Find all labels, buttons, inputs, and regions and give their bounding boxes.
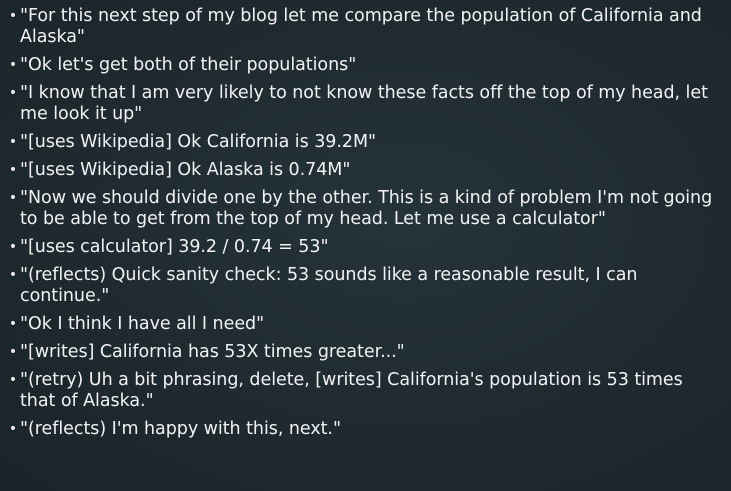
bullet-list: • "For this next step of my blog let me … (6, 6, 717, 440)
list-item: • "(reflects) Quick sanity check: 53 sou… (6, 265, 717, 307)
bullet-text: "For this next step of my blog let me co… (20, 6, 702, 47)
bullet-text: "[writes] California has 53X times great… (20, 342, 405, 362)
bullet-dot-icon: • (8, 316, 18, 332)
bullet-text: "(retry) Uh a bit phrasing, delete, [wri… (20, 370, 683, 411)
bullet-text: "I know that I am very likely to not kno… (20, 83, 708, 124)
list-item: • "(reflects) I'm happy with this, next.… (6, 419, 717, 440)
bullet-dot-icon: • (8, 267, 18, 283)
bullet-dot-icon: • (8, 57, 18, 73)
list-item: • "I know that I am very likely to not k… (6, 83, 717, 125)
bullet-dot-icon: • (8, 190, 18, 206)
bullet-dot-icon: • (8, 421, 18, 437)
list-item: • "[writes] California has 53X times gre… (6, 342, 717, 363)
list-item: • "[uses Wikipedia] Ok California is 39.… (6, 132, 717, 153)
bullet-dot-icon: • (8, 8, 18, 24)
bullet-dot-icon: • (8, 162, 18, 178)
bullet-dot-icon: • (8, 372, 18, 388)
bullet-dot-icon: • (8, 344, 18, 360)
bullet-text: "[uses calculator] 39.2 / 0.74 = 53" (20, 237, 329, 257)
list-item: • "[uses Wikipedia] Ok Alaska is 0.74M" (6, 160, 717, 181)
bullet-text: "[uses Wikipedia] Ok Alaska is 0.74M" (20, 160, 351, 180)
bullet-text: "[uses Wikipedia] Ok California is 39.2M… (20, 132, 377, 152)
list-item: • "Ok let's get both of their population… (6, 55, 717, 76)
list-item: • "(retry) Uh a bit phrasing, delete, [w… (6, 370, 717, 412)
list-item: • "Now we should divide one by the other… (6, 188, 717, 230)
bullet-text: "Now we should divide one by the other. … (20, 188, 713, 229)
slide: • "For this next step of my blog let me … (0, 0, 731, 491)
bullet-dot-icon: • (8, 134, 18, 150)
bullet-dot-icon: • (8, 85, 18, 101)
list-item: • "Ok I think I have all I need" (6, 314, 717, 335)
bullet-dot-icon: • (8, 239, 18, 255)
bullet-text: "Ok let's get both of their populations" (20, 55, 357, 75)
bullet-text: "(reflects) Quick sanity check: 53 sound… (20, 265, 638, 306)
list-item: • "[uses calculator] 39.2 / 0.74 = 53" (6, 237, 717, 258)
bullet-text: "(reflects) I'm happy with this, next." (20, 419, 341, 439)
list-item: • "For this next step of my blog let me … (6, 6, 717, 48)
bullet-text: "Ok I think I have all I need" (20, 314, 265, 334)
